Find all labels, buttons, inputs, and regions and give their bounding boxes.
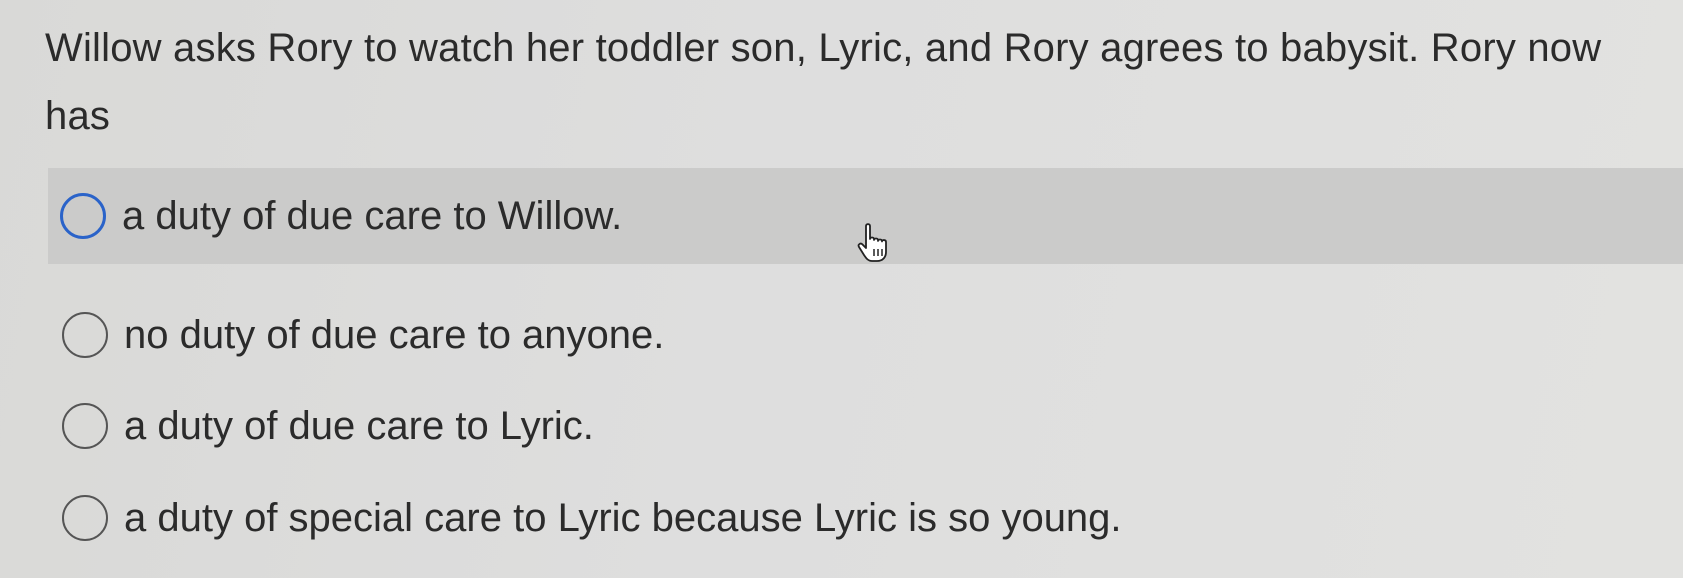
option-label: no duty of due care to anyone. bbox=[124, 312, 665, 357]
option-special-care[interactable]: a duty of special care to Lyric because … bbox=[50, 470, 1122, 566]
radio-button[interactable] bbox=[60, 193, 106, 239]
radio-button[interactable] bbox=[62, 403, 108, 449]
option-label: a duty of due care to Willow. bbox=[122, 193, 623, 238]
option-no-duty[interactable]: no duty of due care to anyone. bbox=[50, 287, 664, 383]
option-label: a duty of due care to Lyric. bbox=[124, 403, 594, 448]
radio-button[interactable] bbox=[62, 495, 108, 541]
radio-button[interactable] bbox=[62, 312, 108, 358]
answer-options: a duty of due care to Willow. no duty of… bbox=[0, 0, 1683, 578]
option-label: a duty of special care to Lyric because … bbox=[124, 495, 1122, 540]
hand-pointer-icon bbox=[857, 223, 887, 262]
option-lyric[interactable]: a duty of due care to Lyric. bbox=[50, 378, 594, 474]
